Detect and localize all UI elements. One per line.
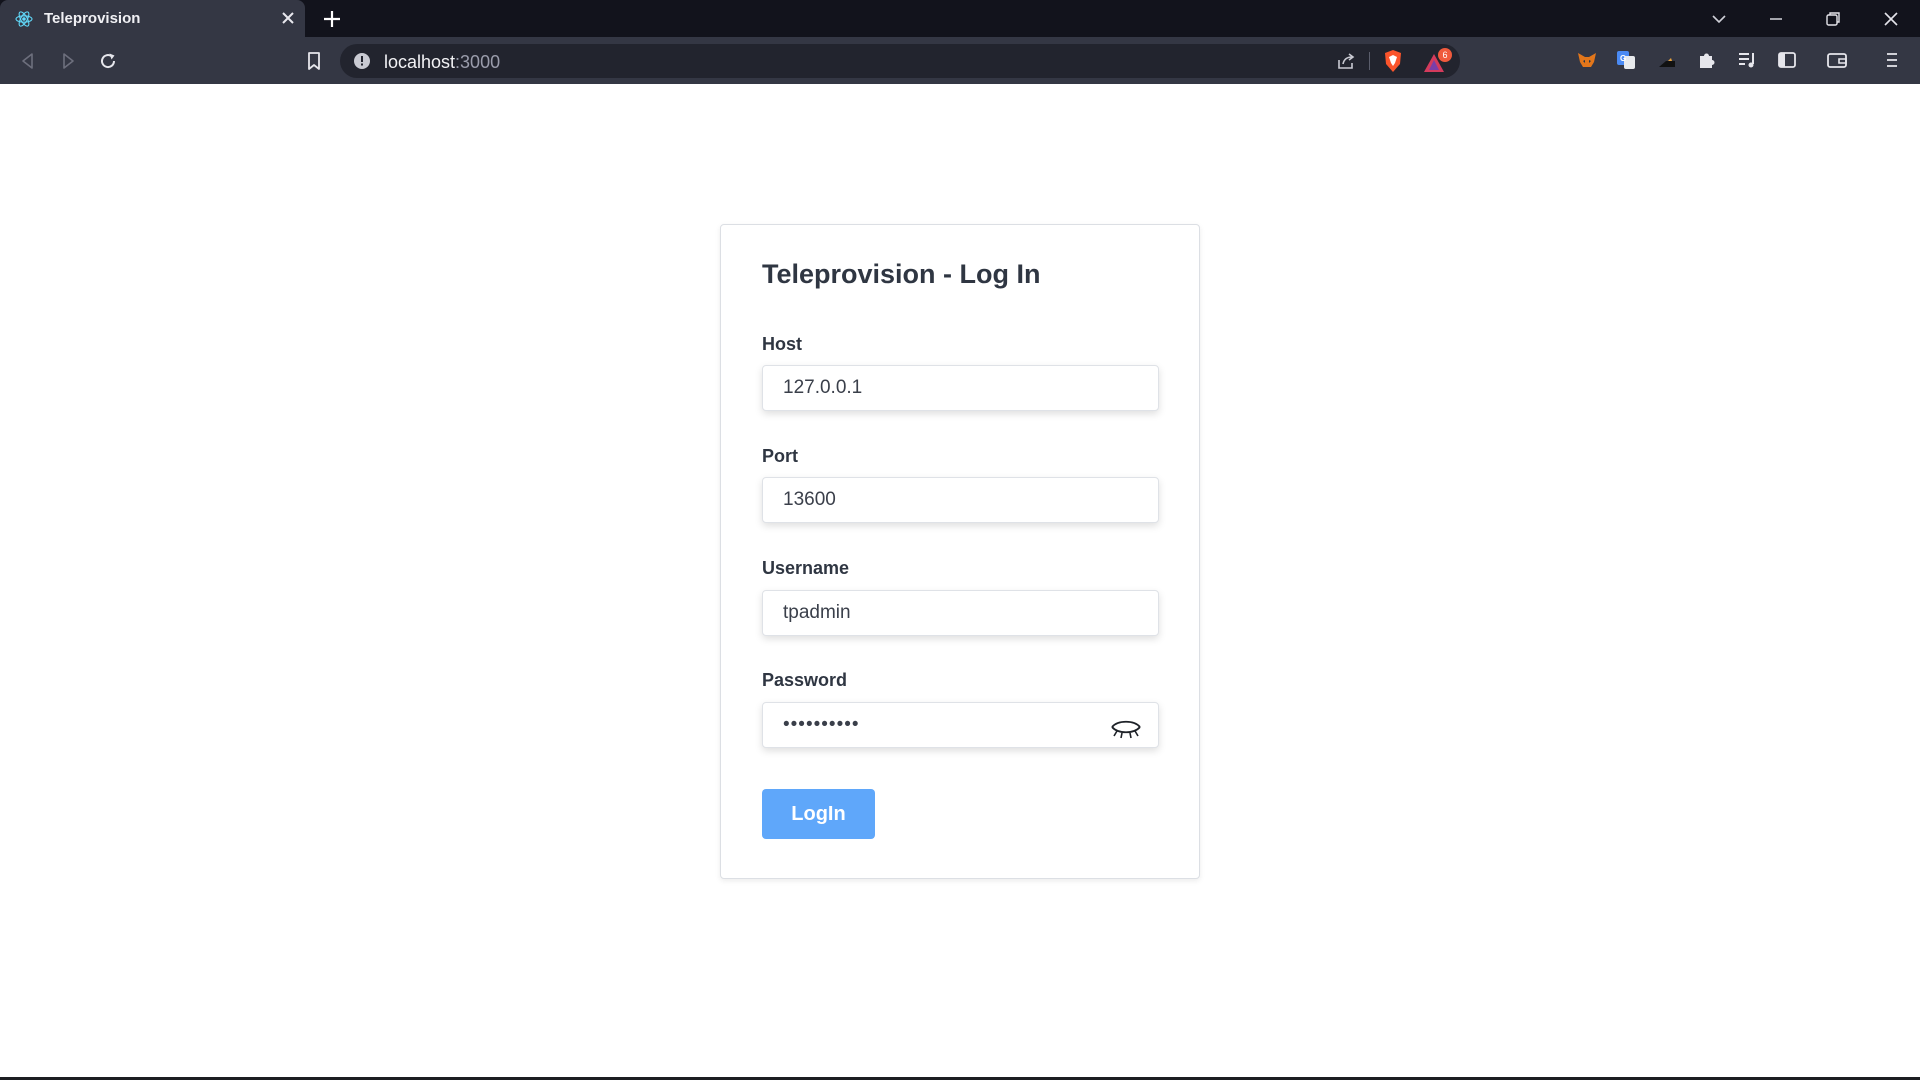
page-title: Teleprovision - Log In <box>762 259 1041 289</box>
url-text: localhost:3000 <box>384 52 501 72</box>
wallet-icon[interactable] <box>1826 49 1848 71</box>
username-label: Username <box>762 558 850 578</box>
extensions-puzzle-icon[interactable] <box>1696 49 1718 71</box>
host-label: Host <box>762 334 802 354</box>
minimize-icon[interactable] <box>1766 9 1786 29</box>
media-playlist-icon[interactable] <box>1736 49 1758 71</box>
menu-icon[interactable] <box>1881 49 1903 71</box>
bookmark-icon[interactable] <box>303 50 325 72</box>
brave-shields-icon[interactable] <box>1382 49 1404 73</box>
browser-tab-bar: Teleprovision <box>0 0 1920 37</box>
host-input[interactable] <box>762 365 1159 411</box>
browser-toolbar: localhost:3000 6 G <box>0 37 1920 84</box>
site-info-icon[interactable] <box>353 52 371 70</box>
password-input[interactable] <box>762 702 1159 748</box>
tab-title: Teleprovision <box>44 10 141 27</box>
reload-icon[interactable] <box>97 50 119 72</box>
toggle-password-visibility-eye-icon[interactable] <box>1109 713 1143 743</box>
translate-icon[interactable]: G <box>1615 49 1637 71</box>
share-icon[interactable] <box>1335 50 1357 72</box>
svg-text:G: G <box>1620 54 1626 63</box>
new-tab-plus-icon[interactable] <box>322 9 342 29</box>
forward-icon[interactable] <box>57 50 79 72</box>
login-card: Teleprovision - Log In Host Port Usernam… <box>720 224 1200 879</box>
tab-search-chevron-icon[interactable] <box>1709 9 1729 29</box>
browser-tab[interactable]: Teleprovision <box>0 0 305 37</box>
close-tab-icon[interactable] <box>280 10 296 26</box>
notification-badge: 6 <box>1438 48 1452 62</box>
react-logo-icon <box>15 11 33 27</box>
sidebar-toggle-icon[interactable] <box>1776 49 1798 71</box>
password-label: Password <box>762 670 848 690</box>
port-input[interactable] <box>762 477 1159 523</box>
brave-rewards-button[interactable]: 6 <box>1422 48 1456 74</box>
address-bar[interactable]: localhost:3000 6 <box>340 44 1460 78</box>
port-label: Port <box>762 446 798 466</box>
extension-dark-icon[interactable] <box>1656 49 1678 71</box>
back-icon[interactable] <box>17 50 39 72</box>
username-input[interactable] <box>762 590 1159 636</box>
omnibox-divider <box>1369 52 1370 70</box>
restore-icon[interactable] <box>1823 9 1843 29</box>
login-button[interactable]: LogIn <box>762 789 875 839</box>
metamask-fox-icon[interactable] <box>1576 49 1598 71</box>
close-window-icon[interactable] <box>1881 9 1901 29</box>
